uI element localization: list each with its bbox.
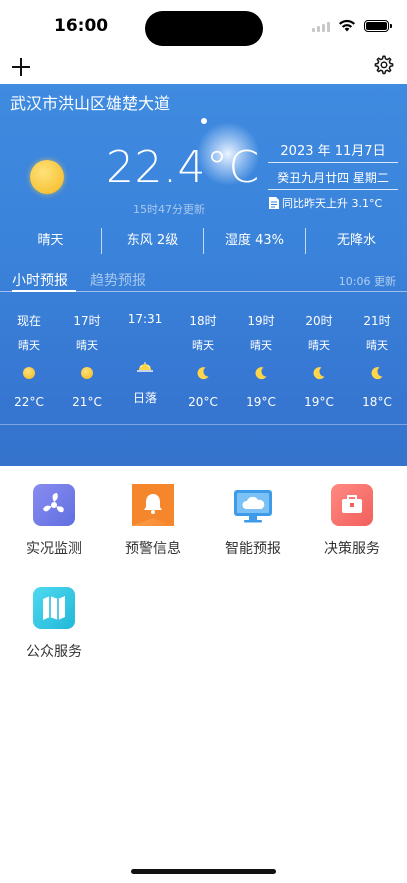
nav-bar bbox=[0, 54, 407, 84]
comparison-text: 同比昨天上升 3.1°C bbox=[282, 197, 383, 210]
document-icon bbox=[269, 197, 279, 209]
sun-icon bbox=[23, 367, 35, 379]
sunset-label: 日落 bbox=[132, 391, 157, 405]
tab-hourly-forecast[interactable]: 小时预报 bbox=[12, 270, 68, 290]
forecast-update-time: 10:06 更新 bbox=[338, 275, 396, 288]
hour-time: 17:31 bbox=[127, 312, 163, 326]
hour-temp: 19°C bbox=[246, 395, 276, 409]
dynamic-island bbox=[145, 11, 263, 46]
hour-item: 21时 晴天 18°C bbox=[349, 312, 405, 409]
sun-icon bbox=[30, 160, 64, 194]
service-smart-forecast[interactable]: 智能预报 bbox=[203, 484, 303, 558]
divider bbox=[0, 291, 407, 292]
tab-trend-forecast[interactable]: 趋势预报 bbox=[90, 270, 146, 290]
divider bbox=[0, 424, 407, 425]
hour-weather: 晴天 bbox=[308, 339, 330, 352]
stat-precipitation: 无降水 bbox=[336, 233, 376, 248]
hour-weather bbox=[117, 334, 173, 347]
service-label: 决策服务 bbox=[324, 541, 380, 557]
hour-time: 21时 bbox=[363, 314, 391, 328]
status-time: 16:00 bbox=[54, 16, 109, 36]
status-bar: 16:00 bbox=[0, 0, 407, 56]
hour-temp: 20°C bbox=[188, 395, 218, 409]
moon-icon bbox=[197, 367, 209, 380]
stat-humidity: 湿度 43% bbox=[204, 228, 306, 254]
bell-icon bbox=[132, 484, 174, 526]
hour-weather: 晴天 bbox=[192, 339, 214, 352]
update-time: 15时47分更新 bbox=[133, 203, 205, 216]
service-label: 智能预报 bbox=[225, 541, 281, 557]
service-public[interactable]: 公众服务 bbox=[4, 587, 104, 661]
monitor-cloud-icon bbox=[232, 484, 274, 526]
service-live-monitoring[interactable]: 实况监测 bbox=[4, 484, 104, 558]
hour-item: 18时 晴天 20°C bbox=[175, 312, 231, 409]
temperature-comparison: 同比昨天上升 3.1°C bbox=[268, 190, 398, 211]
moon-icon bbox=[255, 367, 267, 380]
gregorian-date: 2023 年 11月7日 bbox=[268, 136, 398, 163]
hour-item: 17:31 日落 bbox=[117, 312, 173, 406]
service-label: 预警信息 bbox=[125, 541, 181, 557]
hour-item: 现在 晴天 22°C bbox=[1, 312, 57, 409]
briefcase-icon bbox=[331, 484, 373, 526]
location-label[interactable]: 武汉市洪山区雄楚大道 bbox=[10, 90, 170, 114]
stat-condition: 晴天 bbox=[0, 228, 102, 254]
hour-temp: 21°C bbox=[72, 395, 102, 409]
moon-icon bbox=[313, 367, 325, 380]
hour-weather: 晴天 bbox=[366, 339, 388, 352]
hour-time: 19时 bbox=[247, 314, 275, 328]
hour-temp: 19°C bbox=[304, 395, 334, 409]
battery-icon bbox=[364, 19, 392, 32]
lunar-date: 癸丑九月廿四 星期二 bbox=[268, 163, 398, 190]
date-box: 2023 年 11月7日 癸丑九月廿四 星期二 同比昨天上升 3.1°C bbox=[268, 136, 398, 211]
hour-weather: 晴天 bbox=[76, 339, 98, 352]
service-label: 公众服务 bbox=[26, 644, 82, 660]
hour-temp: 22°C bbox=[14, 395, 44, 409]
service-decision[interactable]: 决策服务 bbox=[302, 484, 402, 558]
hour-weather: 晴天 bbox=[18, 339, 40, 352]
stat-wind: 东风 2级 bbox=[102, 228, 204, 254]
sun-glow-dot bbox=[201, 118, 207, 124]
add-icon[interactable] bbox=[10, 56, 32, 78]
weather-stats: 晴天 东风 2级 湿度 43% 无降水 bbox=[0, 228, 407, 254]
hour-time: 18时 bbox=[189, 314, 217, 328]
service-warning-info[interactable]: 预警信息 bbox=[103, 484, 203, 558]
status-icons bbox=[312, 19, 392, 32]
hour-time: 20时 bbox=[305, 314, 333, 328]
fan-icon bbox=[33, 484, 75, 526]
hour-time: 现在 bbox=[16, 314, 41, 328]
hour-weather: 晴天 bbox=[250, 339, 272, 352]
hour-item: 20时 晴天 19°C bbox=[291, 312, 347, 409]
sunset-icon bbox=[137, 362, 153, 372]
hour-temp: 18°C bbox=[362, 395, 392, 409]
hour-item: 17时 晴天 21°C bbox=[59, 312, 115, 409]
weather-panel: 武汉市洪山区雄楚大道 22.4°C 15时47分更新 2023 年 11月7日 … bbox=[0, 84, 407, 466]
cellular-signal-icon bbox=[312, 20, 330, 32]
service-label: 实况监测 bbox=[26, 541, 82, 557]
sun-icon bbox=[81, 367, 93, 379]
map-icon bbox=[33, 587, 75, 629]
settings-gear-icon[interactable] bbox=[373, 54, 395, 76]
forecast-tabs: 小时预报 趋势预报 10:06 更新 bbox=[0, 270, 407, 292]
moon-icon bbox=[371, 367, 383, 380]
hour-time: 17时 bbox=[73, 314, 101, 328]
hour-item: 19时 晴天 19°C bbox=[233, 312, 289, 409]
home-indicator[interactable] bbox=[131, 869, 276, 874]
current-temperature: 22.4°C bbox=[106, 142, 260, 193]
wifi-icon bbox=[339, 19, 355, 32]
